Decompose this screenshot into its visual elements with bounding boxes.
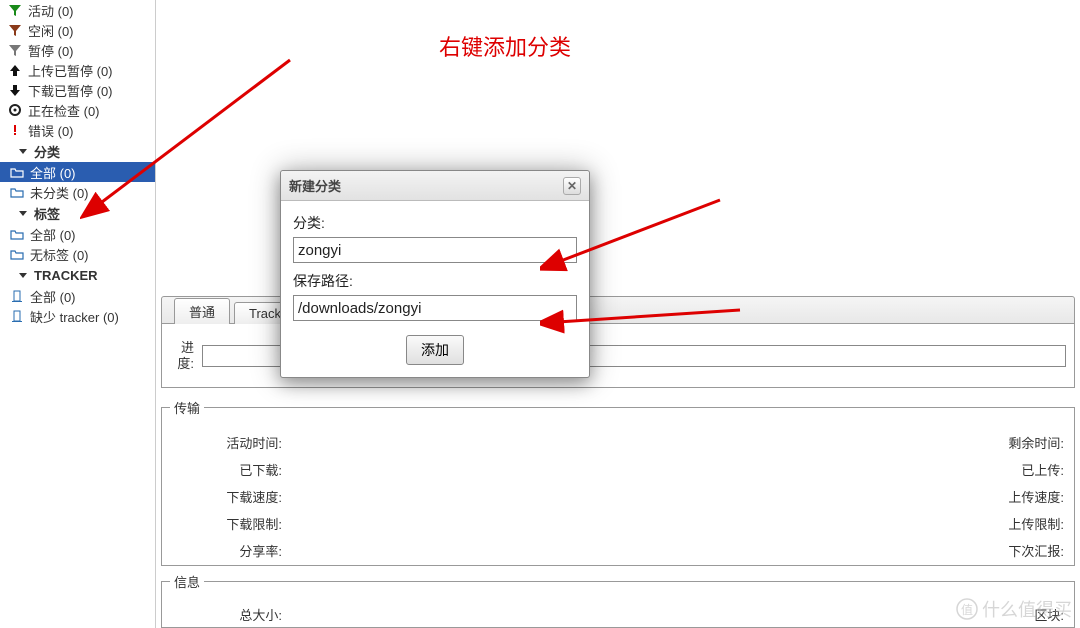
category-label: 未分类 (0) [30, 183, 89, 202]
transfer-fieldset: 传输 活动时间: 已下载: 下载速度: 下载限制: 分享率: 剩余时间: 已上传… [161, 398, 1075, 566]
chevron-down-icon [16, 144, 30, 158]
label-up-speed: 上传速度: [924, 487, 1064, 506]
gear-icon [8, 103, 22, 117]
tab-general[interactable]: 普通 [174, 298, 230, 324]
status-active[interactable]: 活动 (0) [0, 0, 155, 20]
arrow-down-icon [8, 83, 22, 97]
chevron-down-icon [16, 206, 30, 220]
progress-label: 进度: [170, 340, 194, 372]
label-active-time: 活动时间: [162, 433, 282, 452]
add-button[interactable]: 添加 [406, 335, 464, 365]
tracker-label: 缺少 tracker (0) [30, 307, 119, 326]
watermark-text: 什么值得买 [982, 596, 1072, 622]
folder-icon [10, 247, 24, 261]
status-error[interactable]: 错误 (0) [0, 120, 155, 140]
tag-label: 无标签 (0) [30, 245, 89, 264]
folder-icon [10, 165, 24, 179]
watermark: 值 什么值得买 [956, 596, 1072, 622]
category-input[interactable] [293, 237, 577, 263]
status-upload-paused[interactable]: 上传已暂停 (0) [0, 60, 155, 80]
label-save-path: 保存路径: [293, 271, 577, 291]
tag-label: 全部 (0) [30, 225, 76, 244]
transfer-legend: 传输 [170, 398, 204, 417]
status-label: 错误 (0) [28, 121, 74, 140]
error-icon [8, 123, 22, 137]
header-label: TRACKER [34, 268, 98, 283]
sidebar: 活动 (0) 空闲 (0) 暂停 (0) 上传已暂停 (0) 下载已暂停 (0)… [0, 0, 156, 628]
label-next-report: 下次汇报: [924, 541, 1064, 560]
category-header[interactable]: 分类 [0, 140, 155, 162]
status-paused[interactable]: 暂停 (0) [0, 40, 155, 60]
filter-icon [8, 23, 22, 37]
category-all[interactable]: 全部 (0) [0, 162, 155, 182]
tracker-all[interactable]: 全部 (0) [0, 286, 155, 306]
server-icon [10, 309, 24, 323]
status-label: 暂停 (0) [28, 41, 74, 60]
folder-icon [10, 185, 24, 199]
filter-icon [8, 43, 22, 57]
header-label: 分类 [34, 142, 60, 161]
tag-all[interactable]: 全部 (0) [0, 224, 155, 244]
label-up-limit: 上传限制: [924, 514, 1064, 533]
category-uncategorized[interactable]: 未分类 (0) [0, 182, 155, 202]
label-remaining: 剩余时间: [924, 433, 1064, 452]
label-uploaded: 已上传: [924, 460, 1064, 479]
status-checking[interactable]: 正在检查 (0) [0, 100, 155, 120]
status-label: 下载已暂停 (0) [28, 81, 113, 100]
status-label: 正在检查 (0) [28, 101, 100, 120]
tracker-label: 全部 (0) [30, 287, 76, 306]
tag-untagged[interactable]: 无标签 (0) [0, 244, 155, 264]
status-idle[interactable]: 空闲 (0) [0, 20, 155, 40]
close-icon[interactable]: ✕ [563, 177, 581, 195]
chevron-down-icon [16, 268, 30, 282]
label-dl-speed: 下载速度: [162, 487, 282, 506]
tracker-missing[interactable]: 缺少 tracker (0) [0, 306, 155, 326]
status-download-paused[interactable]: 下载已暂停 (0) [0, 80, 155, 100]
status-label: 上传已暂停 (0) [28, 61, 113, 80]
dialog-body: 分类: 保存路径: 添加 [281, 201, 589, 377]
category-label: 全部 (0) [30, 163, 76, 182]
new-category-dialog: 新建分类 ✕ 分类: 保存路径: 添加 [280, 170, 590, 378]
tracker-header[interactable]: TRACKER [0, 264, 155, 286]
label-dl-limit: 下载限制: [162, 514, 282, 533]
filter-icon [8, 3, 22, 17]
label-downloaded: 已下载: [162, 460, 282, 479]
tag-header[interactable]: 标签 [0, 202, 155, 224]
status-label: 空闲 (0) [28, 21, 74, 40]
info-legend: 信息 [170, 572, 204, 591]
label-ratio: 分享率: [162, 541, 282, 560]
server-icon [10, 289, 24, 303]
status-label: 活动 (0) [28, 1, 74, 20]
folder-icon [10, 227, 24, 241]
label-total-size: 总大小: [162, 605, 282, 624]
info-fieldset: 信息 总大小: 区块: [161, 572, 1075, 628]
header-label: 标签 [34, 204, 60, 223]
dialog-title: 新建分类 [289, 176, 341, 195]
label-category: 分类: [293, 213, 577, 233]
watermark-icon: 值 [956, 598, 978, 620]
dialog-titlebar[interactable]: 新建分类 ✕ [281, 171, 589, 201]
annotation-text: 右键添加分类 [439, 30, 571, 62]
svg-text:值: 值 [961, 602, 973, 617]
save-path-input[interactable] [293, 295, 577, 321]
arrow-up-icon [8, 63, 22, 77]
